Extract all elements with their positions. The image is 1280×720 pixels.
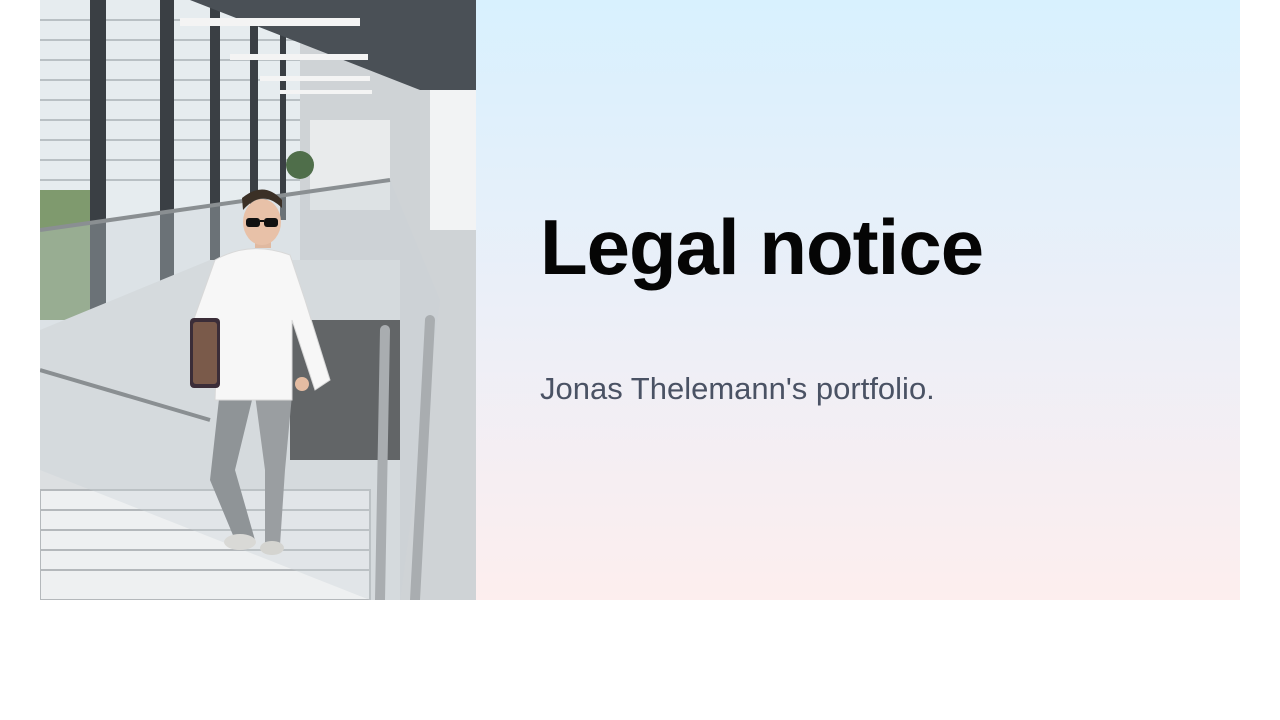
page-subtitle: Jonas Thelemann's portfolio. (540, 371, 935, 406)
hero-text-panel: Legal notice Jonas Thelemann's portfolio… (476, 0, 1240, 600)
hero-photo (40, 0, 476, 600)
hero-section: Legal notice Jonas Thelemann's portfolio… (40, 0, 1240, 600)
page-title: Legal notice (540, 203, 984, 291)
person-walking-up-stairs-image (40, 0, 476, 600)
